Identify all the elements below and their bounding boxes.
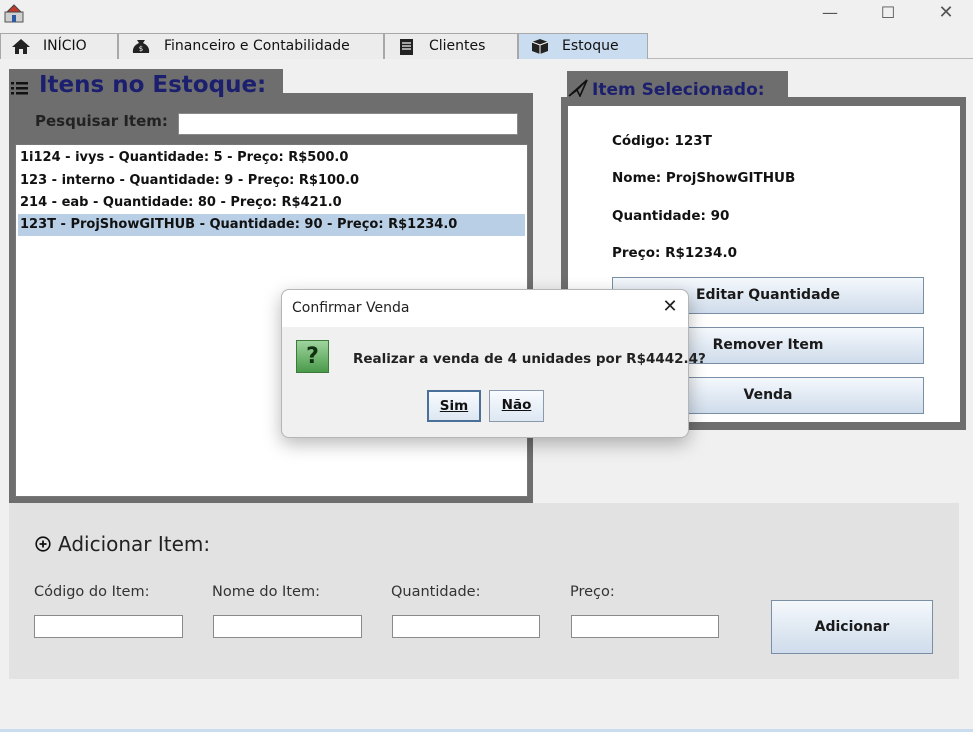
box-icon: [531, 39, 549, 54]
title-bar: — ☐ ✕: [0, 0, 973, 32]
stock-title: Itens no Estoque:: [39, 72, 267, 98]
tab-inicio[interactable]: INÍCIO: [0, 33, 118, 59]
selected-item-title: Item Selecionado:: [592, 80, 765, 100]
selected-quantity: Quantidade: 90: [612, 208, 730, 224]
tab-financeiro[interactable]: $ Financeiro e Contabilidade: [118, 33, 384, 59]
list-item[interactable]: 1i124 - ivys - Quantidade: 5 - Preço: R$…: [18, 147, 525, 169]
app-icon: [4, 4, 24, 23]
name-label: Nome do Item:: [212, 584, 320, 600]
price-label: Preço:: [570, 584, 615, 600]
list-item[interactable]: 214 - eab - Quantidade: 80 - Preço: R$42…: [18, 192, 525, 214]
home-icon: [12, 39, 30, 54]
add-item-title: Adicionar Item:: [58, 532, 211, 556]
tab-clientes[interactable]: Clientes: [384, 33, 518, 59]
code-input[interactable]: [34, 615, 183, 638]
name-input[interactable]: [213, 615, 362, 638]
list-item[interactable]: 123 - interno - Quantidade: 9 - Preço: R…: [18, 170, 525, 192]
code-label: Código do Item:: [34, 584, 150, 600]
quantity-input[interactable]: [392, 615, 540, 638]
svg-text:$: $: [139, 45, 143, 53]
main-tabs: INÍCIO $ Financeiro e Contabilidade Clie…: [0, 33, 973, 59]
dialog-header: Confirmar Venda ✕: [282, 290, 688, 327]
money-bag-icon: $: [132, 40, 150, 53]
quantity-label: Quantidade:: [391, 584, 481, 600]
tab-label: Clientes: [429, 38, 486, 54]
selected-price: Preço: R$1234.0: [612, 245, 737, 261]
dialog-message: Realizar a venda de 4 unidades por R$444…: [353, 351, 706, 367]
dialog-title: Confirmar Venda: [292, 300, 410, 316]
maximize-button[interactable]: ☐: [877, 4, 899, 22]
document-icon: [400, 39, 413, 55]
dialog-close-button[interactable]: ✕: [660, 297, 680, 317]
selected-code: Código: 123T: [612, 133, 712, 149]
yes-button[interactable]: Sim: [427, 390, 481, 422]
list-icon: [11, 82, 28, 95]
no-button[interactable]: Não: [489, 390, 544, 422]
add-circle-icon: [35, 536, 51, 552]
search-label: Pesquisar Item:: [35, 112, 168, 130]
close-window-button[interactable]: ✕: [935, 4, 957, 22]
list-item-selected[interactable]: 123T - ProjShowGITHUB - Quantidade: 90 -…: [18, 214, 525, 236]
tab-label: INÍCIO: [43, 38, 87, 54]
search-input[interactable]: [178, 113, 518, 135]
confirm-sale-dialog: Confirmar Venda ✕ ? Realizar a venda de …: [281, 289, 706, 438]
tab-estoque[interactable]: Estoque: [518, 33, 648, 59]
tab-label: Estoque: [562, 38, 619, 54]
selected-name: Nome: ProjShowGITHUB: [612, 170, 796, 186]
add-button[interactable]: Adicionar: [771, 600, 933, 654]
question-icon: ?: [296, 340, 329, 373]
tab-label: Financeiro e Contabilidade: [164, 38, 350, 54]
price-input[interactable]: [571, 615, 719, 638]
minimize-button[interactable]: —: [819, 4, 841, 22]
paper-plane-icon: [568, 79, 588, 97]
